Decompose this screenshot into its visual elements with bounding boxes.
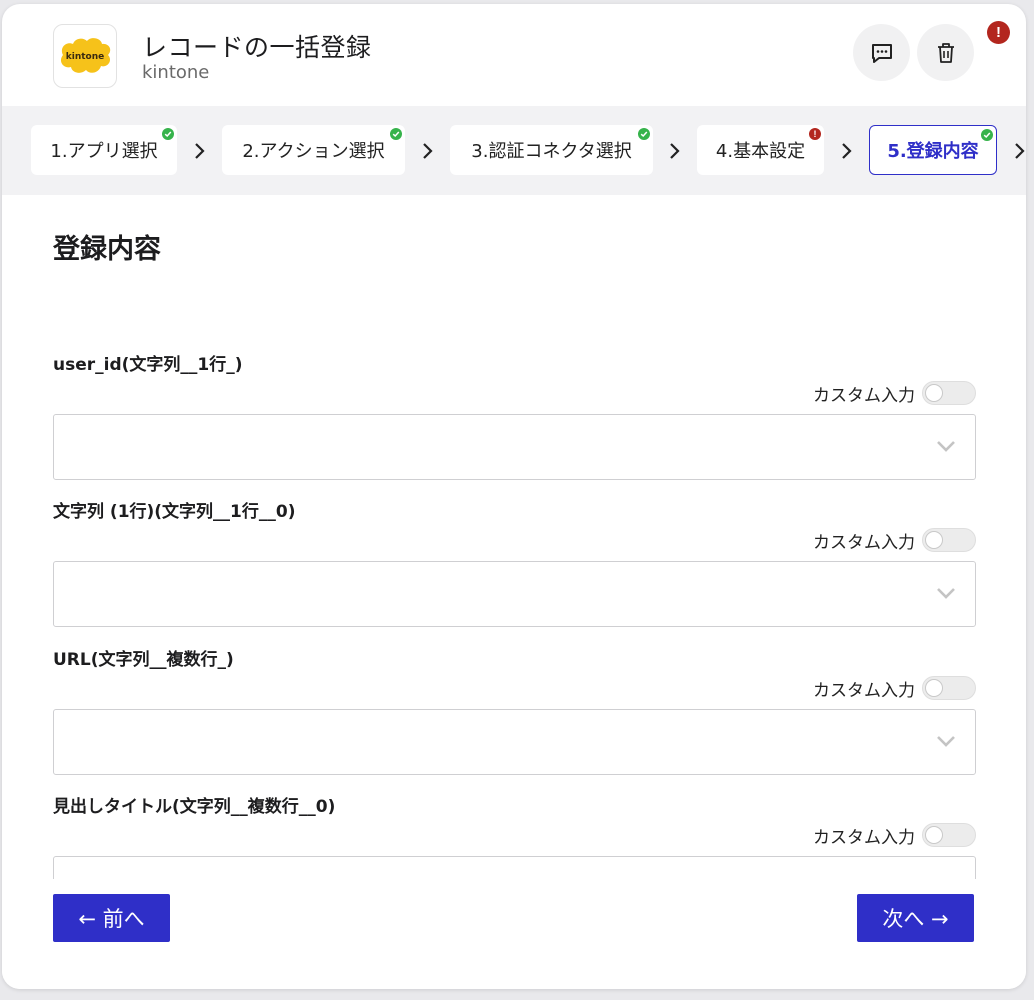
header: kintone レコードの一括登録 kintone ! xyxy=(2,4,1026,106)
check-icon xyxy=(638,128,650,140)
app-name: kintone xyxy=(142,62,210,83)
field-label: user_id(文字列__1行_) xyxy=(53,355,243,375)
step-label: 3.認証コネクタ選択 xyxy=(471,141,632,162)
chevron-down-icon xyxy=(937,736,955,747)
custom-input-label: カスタム入力 xyxy=(813,385,915,406)
dialog-card: kintone レコードの一括登録 kintone ! 1.アプリ選択 2.アク… xyxy=(2,4,1026,989)
next-button[interactable]: 次へ → xyxy=(857,894,974,942)
custom-input-toggle[interactable] xyxy=(922,381,976,405)
field-select[interactable] xyxy=(53,561,976,627)
custom-input-label: カスタム入力 xyxy=(813,827,915,848)
check-icon xyxy=(390,128,402,140)
field-label: 文字列 (1行)(文字列__1行__0) xyxy=(53,502,296,522)
step-label: 2.アクション選択 xyxy=(242,141,385,162)
section-title: 登録内容 xyxy=(53,234,161,265)
custom-input-row: カスタム入力 xyxy=(813,527,976,553)
toggle-knob xyxy=(925,384,943,402)
field-select[interactable] xyxy=(53,856,976,879)
step-label: 1.アプリ選択 xyxy=(50,141,158,162)
toggle-knob xyxy=(925,679,943,697)
chevron-down-icon xyxy=(937,588,955,599)
field-select[interactable] xyxy=(53,709,976,775)
step-registration-content[interactable]: 5.登録内容 xyxy=(869,125,997,175)
field-select[interactable] xyxy=(53,414,976,480)
custom-input-label: カスタム入力 xyxy=(813,680,915,701)
error-icon: ! xyxy=(809,128,821,140)
field-user-id: user_id(文字列__1行_) カスタム入力 xyxy=(53,350,976,490)
check-icon xyxy=(981,129,993,141)
page-title: レコードの一括登録 xyxy=(142,33,372,62)
comment-icon xyxy=(871,43,892,63)
step-action-select[interactable]: 2.アクション選択 xyxy=(222,125,405,175)
step-app-select[interactable]: 1.アプリ選択 xyxy=(31,125,177,175)
chevron-right-icon xyxy=(670,143,680,159)
logo-text: kintone xyxy=(66,52,104,62)
custom-input-row: カスタム入力 xyxy=(813,675,976,701)
chevron-down-icon xyxy=(937,441,955,452)
custom-input-label: カスタム入力 xyxy=(813,532,915,553)
custom-input-toggle[interactable] xyxy=(922,528,976,552)
custom-input-toggle[interactable] xyxy=(922,676,976,700)
trash-icon xyxy=(937,42,954,63)
comment-button[interactable] xyxy=(853,24,910,81)
custom-input-row: カスタム入力 xyxy=(813,380,976,406)
chevron-right-icon xyxy=(842,143,852,159)
footer: ← 前へ 次へ → xyxy=(2,879,1026,989)
toggle-knob xyxy=(925,531,943,549)
toggle-knob xyxy=(925,826,943,844)
step-label: 5.登録内容 xyxy=(887,141,979,162)
chevron-right-icon xyxy=(423,143,433,159)
field-url: URL(文字列__複数行_) カスタム入力 xyxy=(53,645,976,785)
step-basic-settings[interactable]: 4.基本設定 ! xyxy=(697,125,824,175)
custom-input-row: カスタム入力 xyxy=(813,822,976,848)
step-label: 4.基本設定 xyxy=(715,141,806,162)
custom-input-toggle[interactable] xyxy=(922,823,976,847)
kintone-logo-icon: kintone xyxy=(60,38,111,73)
field-heading-title: 見出しタイトル(文字列__複数行__0) カスタム入力 xyxy=(53,792,976,879)
registration-form: 登録内容 user_id(文字列__1行_) カスタム入力 文字列 (1行)(文… xyxy=(53,195,976,879)
field-label: 見出しタイトル(文字列__複数行__0) xyxy=(53,797,336,817)
field-label: URL(文字列__複数行_) xyxy=(53,650,234,670)
error-alert-icon[interactable]: ! xyxy=(987,21,1010,44)
check-icon xyxy=(162,128,174,140)
kintone-logo: kintone xyxy=(53,24,117,88)
delete-button[interactable] xyxy=(917,24,974,81)
chevron-right-icon xyxy=(195,143,205,159)
field-string-single: 文字列 (1行)(文字列__1行__0) カスタム入力 xyxy=(53,497,976,637)
step-connector-select[interactable]: 3.認証コネクタ選択 xyxy=(450,125,653,175)
prev-button[interactable]: ← 前へ xyxy=(53,894,170,942)
step-navigation: 1.アプリ選択 2.アクション選択 3.認証コネクタ選択 4.基本設定 ! 5.… xyxy=(2,106,1026,195)
chevron-right-icon xyxy=(1015,143,1025,159)
